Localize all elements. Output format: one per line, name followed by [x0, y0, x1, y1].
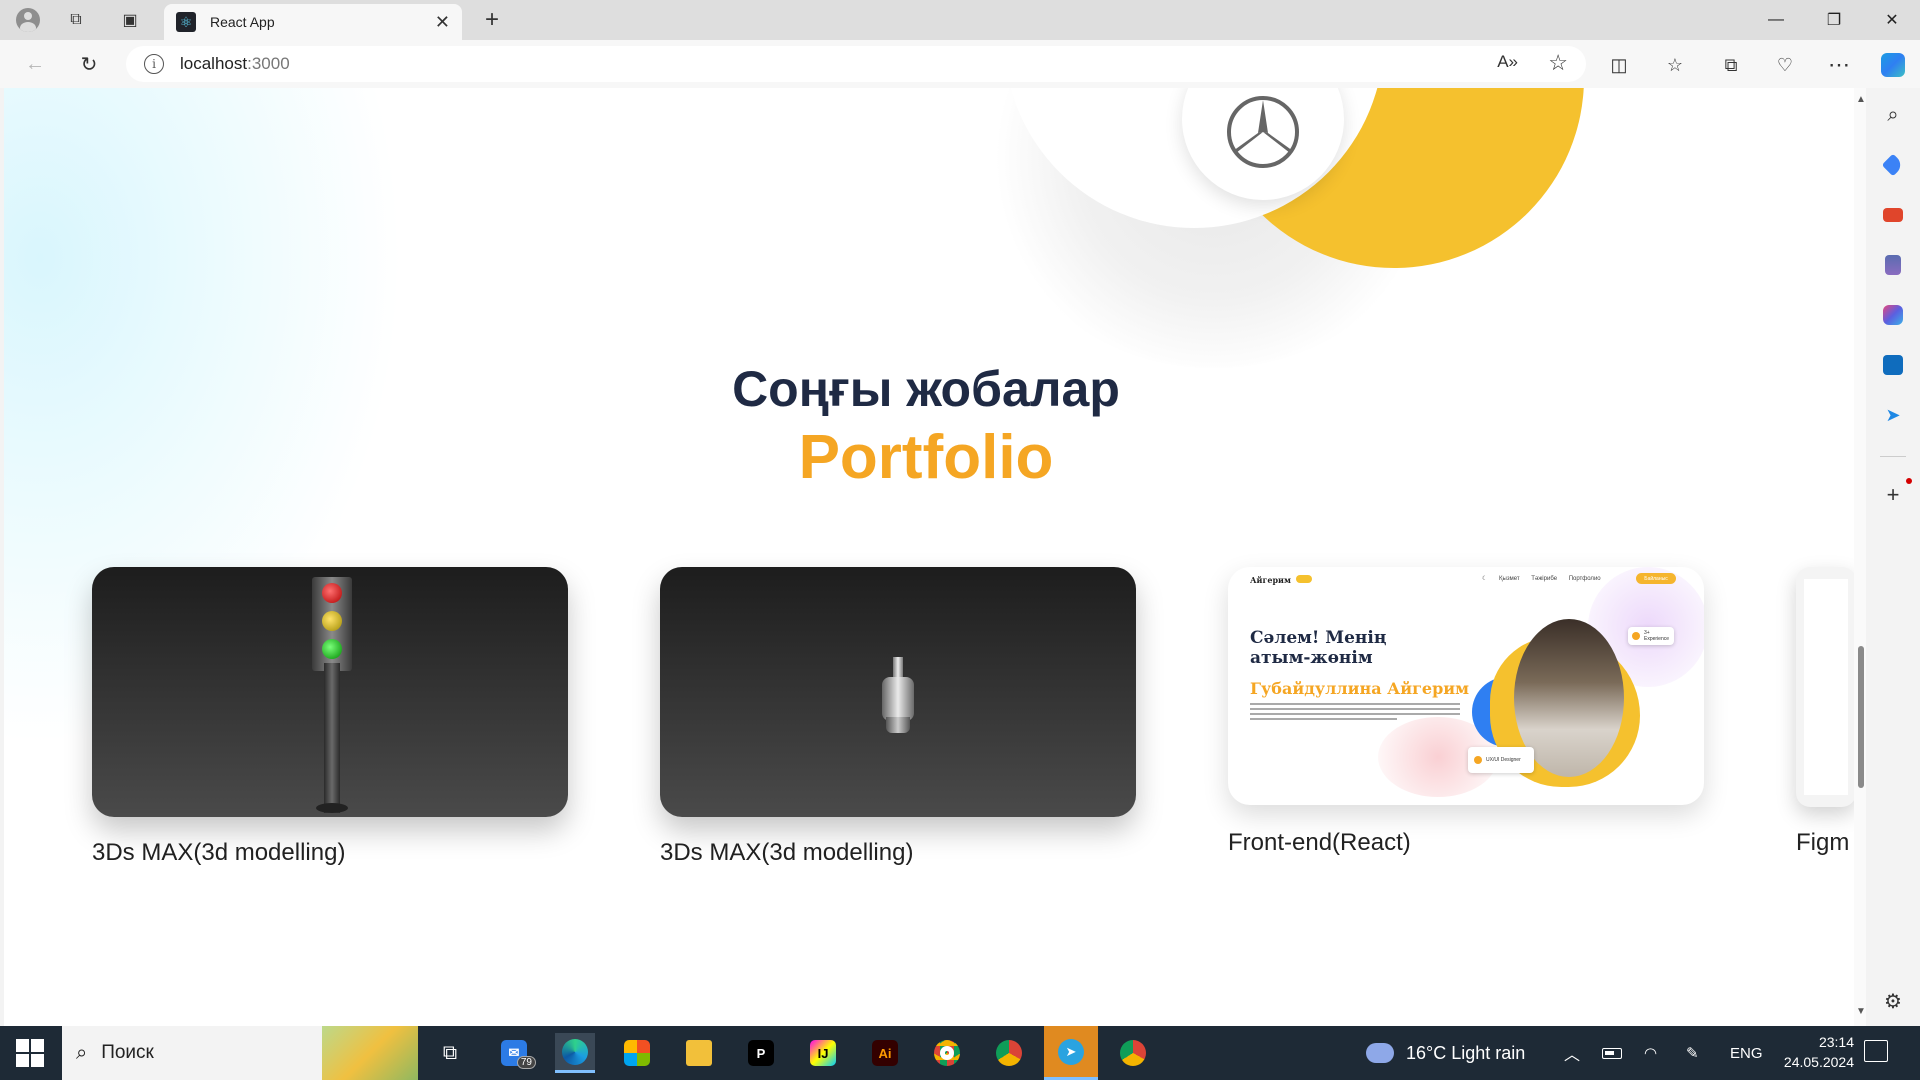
browser-essentials-icon[interactable]: ♡ — [1772, 52, 1798, 78]
reload-icon[interactable]: ↻ — [74, 50, 104, 78]
website-preview: Айгерим ☾ Қызмет Тәжірибе Портфолио Байл… — [1228, 567, 1704, 805]
mini-heading: Сәлем! Менің атым-жөнім — [1250, 628, 1387, 668]
maximize-button[interactable]: ❐ — [1806, 0, 1862, 40]
wifi-icon[interactable]: ◠ — [1644, 1026, 1657, 1080]
search-icon: ⌕ — [76, 1041, 88, 1064]
tab-react-app[interactable]: ⚛ React App ✕ — [164, 4, 462, 40]
url-text: localhost:3000 — [180, 54, 290, 73]
tools-icon[interactable] — [1880, 202, 1906, 228]
mini-experience-chip: 3+ Experience — [1628, 627, 1674, 645]
copilot-icon[interactable] — [1880, 52, 1906, 78]
chrome-icon[interactable] — [989, 1033, 1029, 1073]
search-icon[interactable]: ⌕ — [1880, 102, 1906, 128]
figma-preview — [1796, 567, 1856, 807]
project-card[interactable]: 3Ds MAX(3d modelling) — [92, 567, 568, 867]
web-page: Соңғы жобалар Portfolio 3Ds MAX(3d model… — [4, 88, 1866, 1026]
sidebar-divider — [1880, 456, 1906, 457]
tab-actions-icon[interactable]: ▣ — [116, 6, 144, 34]
windows-taskbar: ⌕ Поиск ⧉ ✉ 79 P IJ Ai ➤ 16°C Light rain… — [0, 1026, 1920, 1080]
tab-title: React App — [210, 14, 275, 30]
favorites-icon[interactable]: ☆ — [1662, 52, 1688, 78]
send-icon[interactable]: ➤ — [1880, 402, 1906, 428]
webstorm-icon[interactable]: IJ — [803, 1033, 843, 1073]
clock-date: 24.05.2024 — [1783, 1054, 1854, 1070]
section-subtitle: Соңғы жобалар — [732, 361, 1120, 417]
pycharm-icon[interactable]: P — [741, 1033, 781, 1073]
scrollbar-thumb[interactable] — [1858, 646, 1864, 788]
weather-widget[interactable]: 16°C Light rain — [1366, 1026, 1525, 1080]
project-card[interactable]: Айгерим ☾ Қызмет Тәжірибе Портфолио Байл… — [1228, 567, 1704, 857]
more-menu-icon[interactable]: ⋯ — [1826, 52, 1852, 78]
project-label: 3Ds MAX(3d modelling) — [92, 839, 346, 866]
taskbar-search[interactable]: ⌕ Поиск — [62, 1026, 322, 1080]
project-label: Front-end(React) — [1228, 829, 1411, 856]
mini-paragraph — [1250, 703, 1460, 723]
edge-icon[interactable] — [555, 1033, 595, 1073]
profile-icon[interactable] — [14, 6, 42, 34]
windows-start-icon[interactable] — [10, 1038, 50, 1068]
project-card[interactable]: 3Ds MAX(3d modelling) — [660, 567, 1136, 867]
pen-icon[interactable]: ✎ — [1686, 1026, 1699, 1080]
minimize-button[interactable]: — — [1748, 0, 1804, 40]
illustrator-icon[interactable]: Ai — [865, 1033, 905, 1073]
react-favicon-icon: ⚛ — [176, 12, 196, 32]
section-title: Portfolio — [798, 423, 1054, 492]
notification-dot — [1906, 478, 1912, 484]
shopping-tag-icon[interactable] — [1880, 152, 1906, 178]
microsoft365-icon[interactable] — [1880, 302, 1906, 328]
close-window-button[interactable]: ✕ — [1864, 0, 1920, 40]
mini-brand: Айгерим — [1250, 575, 1291, 585]
scroll-down-icon[interactable]: ▼ — [1856, 1006, 1866, 1017]
clock[interactable]: 23:14 24.05.2024 — [1770, 1032, 1854, 1072]
file-explorer-icon[interactable] — [679, 1033, 719, 1073]
site-info-icon[interactable]: i — [144, 54, 164, 74]
address-bar[interactable]: i localhost:3000 A» ☆ — [126, 46, 1586, 82]
chrome-icon[interactable] — [927, 1033, 967, 1073]
add-icon[interactable]: + — [1880, 482, 1906, 508]
new-tab-icon[interactable]: + — [478, 6, 506, 34]
settings-gear-icon[interactable]: ⚙ — [1880, 988, 1906, 1014]
task-view-icon[interactable]: ⧉ — [430, 1033, 470, 1073]
search-highlight-image[interactable] — [322, 1026, 418, 1080]
weather-text: 16°C Light rain — [1406, 1042, 1526, 1063]
samovar-preview — [660, 567, 1136, 817]
workspaces-icon[interactable]: ⧉ — [62, 6, 90, 34]
mini-nav: ☾ Қызмет Тәжірибе Портфолио — [1482, 576, 1601, 582]
edge-sidebar: ⌕ ➤ + ⚙ — [1866, 88, 1920, 1026]
notifications-icon[interactable] — [1864, 1040, 1888, 1062]
store-icon[interactable] — [617, 1033, 657, 1073]
outlook-icon[interactable] — [1880, 352, 1906, 378]
favorite-star-icon[interactable]: ☆ — [1548, 50, 1568, 76]
split-screen-icon[interactable]: ◫ — [1606, 52, 1632, 78]
traffic-light-preview — [92, 567, 568, 817]
rain-cloud-icon — [1366, 1043, 1394, 1063]
mini-designer-chip: UX/UI Designer — [1468, 747, 1534, 773]
language-indicator[interactable]: ENG — [1730, 1026, 1763, 1080]
collections-icon[interactable]: ⧉ — [1718, 52, 1744, 78]
project-label: 3Ds MAX(3d modelling) — [660, 839, 914, 866]
chrome-profile-icon[interactable] — [1113, 1033, 1153, 1073]
search-placeholder: Поиск — [101, 1042, 154, 1063]
read-aloud-icon[interactable]: A» — [1497, 52, 1518, 72]
tab-close-icon[interactable]: ✕ — [435, 12, 450, 33]
chevron-up-icon[interactable]: ︿ — [1564, 1026, 1580, 1080]
back-arrow-icon[interactable]: ← — [20, 50, 50, 78]
mini-contact-button: Байланыс — [1636, 573, 1676, 584]
battery-icon[interactable] — [1602, 1026, 1622, 1080]
mini-name: Губайдуллина Айгерим — [1250, 679, 1470, 698]
scroll-up-icon[interactable]: ▲ — [1856, 94, 1866, 105]
telegram-icon[interactable]: ➤ — [1044, 1026, 1098, 1080]
clock-time: 23:14 — [1818, 1034, 1854, 1050]
mail-badge: 79 — [516, 1056, 536, 1069]
address-toolbar: ← ↻ i localhost:3000 A» ☆ ◫ ☆ ⧉ ♡ ⋯ — [0, 40, 1920, 88]
page-scrollbar[interactable]: ▲ ▼ — [1854, 88, 1866, 1026]
tab-strip: ⧉ ▣ ⚛ React App ✕ + — ❐ ✕ — [0, 0, 1920, 40]
games-icon[interactable] — [1880, 252, 1906, 278]
theme-toggle-icon — [1296, 575, 1312, 583]
mail-icon[interactable]: ✉ 79 — [494, 1033, 536, 1073]
